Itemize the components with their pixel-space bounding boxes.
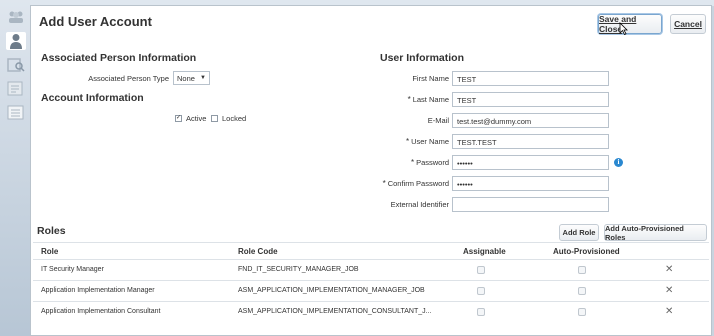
associated-person-type-select[interactable]: None ▼ — [173, 71, 210, 85]
password-label: * Password — [351, 158, 449, 167]
remove-role-icon[interactable]: ✕ — [665, 306, 673, 317]
role-code: FND_IT_SECURITY_MANAGER_JOB — [238, 266, 359, 273]
role-code: ASM_APPLICATION_IMPLEMENTATION_CONSULTAN… — [238, 308, 432, 315]
dialog-title: Add User Account — [39, 14, 152, 29]
required-marker: * — [405, 137, 410, 146]
user-name-label: * User Name — [351, 137, 449, 146]
associated-person-heading: Associated Person Information — [41, 52, 197, 64]
roles-heading: Roles — [37, 225, 66, 237]
list-icon[interactable] — [6, 104, 26, 122]
user-information-heading: User Information — [380, 52, 465, 64]
row-divider — [33, 301, 709, 302]
required-marker: * — [382, 179, 386, 188]
add-auto-provisioned-roles-button[interactable]: Add Auto-Provisioned Roles — [604, 224, 707, 242]
people-icon[interactable] — [6, 8, 26, 26]
email-label: E-Mail — [427, 116, 449, 125]
remove-role-icon[interactable]: ✕ — [665, 285, 673, 296]
user-name-label-text: User Name — [411, 137, 449, 146]
required-marker: * — [410, 158, 415, 167]
auto-provisioned-checkbox[interactable] — [578, 287, 586, 295]
assignable-checkbox[interactable] — [477, 308, 485, 316]
associated-person-type-value: None — [177, 74, 195, 83]
locked-checkbox[interactable] — [211, 115, 218, 122]
external-identifier-field[interactable] — [452, 197, 609, 212]
last-name-label: * Last Name — [351, 95, 449, 104]
role-name: IT Security Manager — [41, 266, 104, 273]
column-header-role-code[interactable]: Role Code — [238, 247, 278, 256]
roles-divider — [33, 242, 709, 243]
active-checkbox[interactable]: ✓ — [175, 115, 182, 122]
auto-provisioned-checkbox[interactable] — [578, 266, 586, 274]
cancel-button[interactable]: Cancel — [670, 14, 706, 34]
confirm-password-label-text: Confirm Password — [387, 179, 449, 188]
account-information-heading: Account Information — [41, 92, 144, 104]
confirm-password-label: * Confirm Password — [351, 179, 449, 188]
cursor-icon — [619, 22, 628, 40]
add-role-button[interactable]: Add Role — [559, 224, 599, 241]
remove-role-icon[interactable]: ✕ — [665, 264, 673, 275]
auto-provisioned-checkbox[interactable] — [578, 308, 586, 316]
confirm-password-field[interactable]: •••••• — [452, 176, 609, 191]
locked-checkbox-label: Locked — [222, 114, 247, 123]
column-header-role[interactable]: Role — [41, 247, 58, 256]
first-name-field[interactable]: TEST — [452, 71, 609, 86]
external-identifier-label: External Identifier — [390, 200, 449, 209]
search-person-icon[interactable] — [6, 56, 26, 74]
password-label-text: Password — [416, 158, 449, 167]
add-user-account-dialog: Add User Account Save and Close Cancel A… — [30, 5, 712, 336]
active-checkbox-label: Active — [186, 114, 207, 123]
last-name-field[interactable]: TEST — [452, 92, 609, 107]
left-navigation-rail — [4, 8, 28, 128]
column-header-auto-provisioned[interactable]: Auto-Provisioned — [553, 247, 620, 256]
role-code: ASM_APPLICATION_IMPLEMENTATION_MANAGER_J… — [238, 287, 425, 294]
column-header-assignable[interactable]: Assignable — [463, 247, 506, 256]
info-icon[interactable]: i — [614, 158, 623, 167]
role-name: Application Implementation Consultant — [41, 308, 161, 315]
role-name: Application Implementation Manager — [41, 287, 155, 294]
required-marker: * — [407, 95, 411, 104]
dropdown-arrow-icon: ▼ — [200, 75, 206, 81]
user-name-field[interactable]: TEST.TEST — [452, 134, 609, 149]
assignable-checkbox[interactable] — [477, 266, 485, 274]
first-name-label: First Name — [412, 74, 449, 83]
report-icon[interactable] — [6, 80, 26, 98]
last-name-label-text: Last Name — [412, 95, 449, 104]
row-divider — [33, 280, 709, 281]
password-field[interactable]: •••••• — [452, 155, 609, 170]
table-header-divider — [33, 259, 709, 260]
person-icon[interactable] — [6, 32, 26, 50]
associated-person-type-label: Associated Person Type — [88, 74, 169, 83]
email-field[interactable]: test.test@dummy.com — [452, 113, 609, 128]
assignable-checkbox[interactable] — [477, 287, 485, 295]
save-and-close-button[interactable]: Save and Close — [598, 14, 662, 34]
